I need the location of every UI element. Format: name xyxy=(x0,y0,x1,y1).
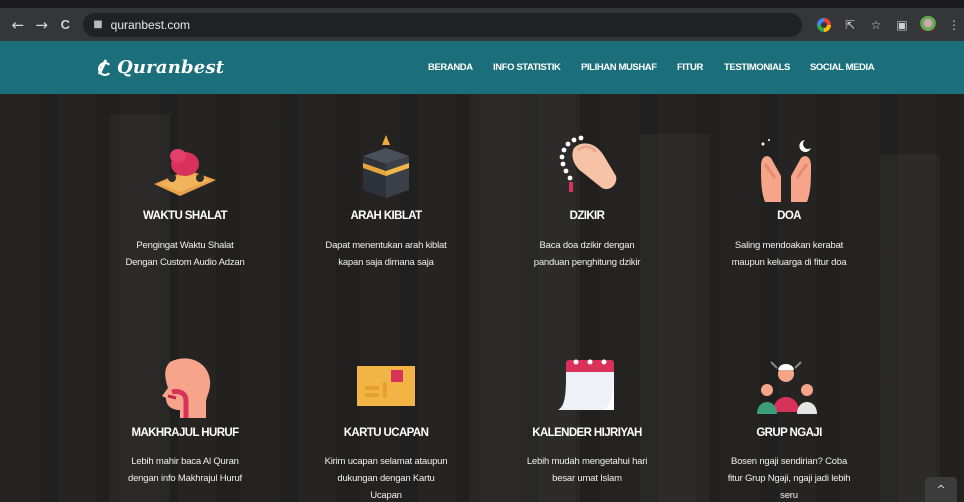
nav-link-fitur[interactable]: FITUR xyxy=(677,62,703,73)
feature-desc-kartu-ucapan: Kirim ucapan selamat ataupun dukungan de… xyxy=(296,453,476,502)
feature-title-doa: DOA xyxy=(777,210,801,222)
feature-desc-doa: Saling mendoakan kerabat maupun keluarga… xyxy=(699,237,879,271)
feature-desc-waktu-shalat: Pengingat Waktu Shalat Dengan Custom Aud… xyxy=(95,237,275,271)
feature-title-makhrajul-huruf: MAKHRAJUL HURUF xyxy=(131,427,239,439)
desc-line: seru xyxy=(780,490,798,501)
bookmark-star-icon[interactable]: ☆ xyxy=(866,15,886,35)
feature-desc-dzikir: Baca doa dzikir dengan panduan penghitun… xyxy=(497,237,677,271)
group-people-icon xyxy=(757,361,817,414)
feature-title-dzikir: DZIKIR xyxy=(569,210,605,222)
desc-line: Lebih mahir baca Al Quran xyxy=(131,456,239,467)
feature-title-waktu-shalat: WAKTU SHALAT xyxy=(143,210,228,222)
head-profile-icon xyxy=(162,358,211,418)
browser-toolbar: ← → C ■ quranbest.com ⇱ ☆ ▣ ⋮ xyxy=(0,8,964,41)
desc-line: Kirim ucapan selamat ataupun xyxy=(324,456,448,467)
share-icon[interactable]: ⇱ xyxy=(840,15,860,35)
profile-avatar-icon[interactable] xyxy=(918,15,938,35)
desc-line: besar umat Islam xyxy=(552,473,622,484)
scroll-to-top-button[interactable]: ^ xyxy=(925,477,957,502)
main-nav: BERANDA INFO STATISTIK PILIHAN MUSHAF FI… xyxy=(0,62,964,76)
prayer-beads-icon xyxy=(559,135,617,192)
address-bar[interactable]: ■ quranbest.com xyxy=(83,12,802,37)
feature-title-kartu-ucapan: KARTU UCAPAN xyxy=(343,427,429,439)
feature-title-kalender-hijriyah: KALENDER HIJRIYAH xyxy=(532,427,642,439)
desc-line: Baca doa dzikir dengan xyxy=(539,240,635,251)
desc-line: dukungan dengan Kartu xyxy=(337,473,435,484)
nav-link-testimonials[interactable]: TESTIMONIALS xyxy=(724,62,790,73)
desc-line: maupun keluarga di fitur doa xyxy=(731,257,847,268)
browser-chrome: ← → C ■ quranbest.com ⇱ ☆ ▣ ⋮ xyxy=(0,0,964,41)
features-section: WAKTU SHALAT Pengingat Waktu Shalat Deng… xyxy=(0,94,964,502)
desc-line: Ucapan xyxy=(370,490,402,501)
desc-line: Lebih mudah mengetahui hari xyxy=(526,456,648,467)
feature-title-arah-kiblat: ARAH KIBLAT xyxy=(350,210,422,222)
desc-line: Bosen ngaji sendirian? Coba xyxy=(730,456,848,467)
browser-menu-icon[interactable]: ⋮ xyxy=(944,15,964,35)
lock-icon: ■ xyxy=(93,19,103,30)
site-header: Quranbest BERANDA INFO STATISTIK PILIHAN… xyxy=(0,41,964,94)
desc-line: Saling mendoakan kerabat xyxy=(734,240,844,251)
desc-line: kapan saja dimana saja xyxy=(338,257,434,268)
feature-desc-kalender-hijriyah: Lebih mudah mengetahui hari besar umat I… xyxy=(497,453,677,487)
desc-line: dengan info Makhrajul Huruf xyxy=(128,473,242,484)
google-icon[interactable] xyxy=(814,15,834,35)
desc-line: fitur Grup Ngaji, ngaji jadi lebih xyxy=(727,473,851,484)
nav-link-beranda[interactable]: BERANDA xyxy=(428,62,473,73)
nav-link-social-media[interactable]: SOCIAL MEDIA xyxy=(810,62,875,73)
nav-link-info-statistik[interactable]: INFO STATISTIK xyxy=(493,62,561,73)
tab-strip xyxy=(0,0,964,8)
prayer-mat-icon xyxy=(154,149,216,196)
desc-line: Pengingat Waktu Shalat xyxy=(136,240,234,251)
reload-icon[interactable]: C xyxy=(55,14,75,36)
forward-arrow-icon[interactable]: → xyxy=(32,14,52,36)
url-text: quranbest.com xyxy=(110,17,191,32)
praying-hands-icon xyxy=(761,139,811,202)
feature-desc-arah-kiblat: Dapat menentukan arah kiblat kapan saja … xyxy=(296,237,476,271)
desc-line: panduan penghitung dzikir xyxy=(533,257,641,268)
calendar-icon xyxy=(558,359,614,410)
feature-desc-grup-ngaji: Bosen ngaji sendirian? Coba fitur Grup N… xyxy=(699,453,879,502)
desc-line: Dengan Custom Audio Adzan xyxy=(125,257,245,268)
kaaba-icon xyxy=(363,135,409,198)
desc-line: Dapat menentukan arah kiblat xyxy=(325,240,447,251)
nav-link-pilihan-mushaf[interactable]: PILIHAN MUSHAF xyxy=(581,62,657,73)
feature-desc-makhrajul-huruf: Lebih mahir baca Al Quran dengan info Ma… xyxy=(95,453,275,487)
side-panel-icon[interactable]: ▣ xyxy=(892,15,912,35)
back-arrow-icon[interactable]: ← xyxy=(8,14,28,36)
greeting-card-icon xyxy=(357,366,415,406)
feature-title-grup-ngaji: GRUP NGAJI xyxy=(756,427,822,439)
